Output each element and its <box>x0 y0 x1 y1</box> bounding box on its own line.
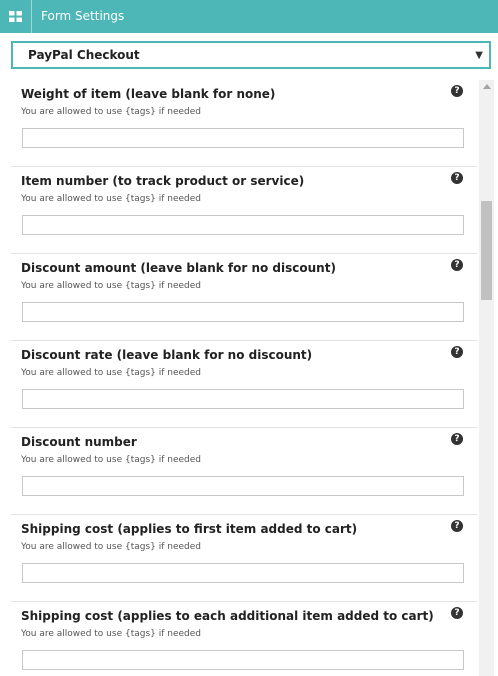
field-label: Discount number <box>21 435 137 449</box>
form-type-select[interactable]: PayPal Checkout ▼ <box>11 41 491 69</box>
help-icon[interactable]: ? <box>451 607 463 619</box>
help-icon[interactable]: ? <box>451 433 463 445</box>
weight-of-item-input[interactable] <box>22 128 464 148</box>
caret-down-icon: ▼ <box>475 50 483 61</box>
field-label: Weight of item (leave blank for none) <box>21 87 276 101</box>
discount-rate-input[interactable] <box>22 389 464 409</box>
field-discount-amount: Discount amount (leave blank for no disc… <box>11 254 477 341</box>
app-header: Form Settings <box>0 0 498 33</box>
grid-menu-button[interactable] <box>0 0 32 33</box>
shipping-cost-additional-input[interactable] <box>22 650 464 670</box>
field-discount-number: Discount number ? You are allowed to use… <box>11 428 477 515</box>
help-icon[interactable]: ? <box>451 172 463 184</box>
field-shipping-cost-first: Shipping cost (applies to first item add… <box>11 515 477 602</box>
help-icon[interactable]: ? <box>451 85 463 97</box>
field-label: Shipping cost (applies to each additiona… <box>21 609 434 623</box>
scrollbar-thumb[interactable] <box>481 201 492 300</box>
field-label: Item number (to track product or service… <box>21 174 305 188</box>
field-weight-of-item: Weight of item (leave blank for none) ? … <box>11 80 477 167</box>
field-hint: You are allowed to use {tags} if needed <box>21 455 201 465</box>
field-hint: You are allowed to use {tags} if needed <box>21 194 201 204</box>
grid-icon <box>9 11 22 22</box>
field-hint: You are allowed to use {tags} if needed <box>21 629 201 639</box>
field-hint: You are allowed to use {tags} if needed <box>21 368 201 378</box>
field-label: Discount rate (leave blank for no discou… <box>21 348 313 362</box>
settings-scroll-area: Weight of item (leave blank for none) ? … <box>0 80 498 676</box>
field-discount-rate: Discount rate (leave blank for no discou… <box>11 341 477 428</box>
discount-number-input[interactable] <box>22 476 464 496</box>
item-number-input[interactable] <box>22 215 464 235</box>
help-icon[interactable]: ? <box>451 259 463 271</box>
field-label: Shipping cost (applies to first item add… <box>21 522 358 536</box>
scroll-up-arrow-icon[interactable] <box>483 84 491 89</box>
vertical-scrollbar[interactable] <box>479 80 494 676</box>
field-hint: You are allowed to use {tags} if needed <box>21 281 201 291</box>
help-icon[interactable]: ? <box>451 520 463 532</box>
form-type-select-value: PayPal Checkout <box>28 48 140 62</box>
header-title: Form Settings <box>41 9 125 23</box>
field-hint: You are allowed to use {tags} if needed <box>21 107 201 117</box>
field-hint: You are allowed to use {tags} if needed <box>21 542 201 552</box>
field-label: Discount amount (leave blank for no disc… <box>21 261 336 275</box>
field-item-number: Item number (to track product or service… <box>11 167 477 254</box>
shipping-cost-first-input[interactable] <box>22 563 464 583</box>
help-icon[interactable]: ? <box>451 346 463 358</box>
discount-amount-input[interactable] <box>22 302 464 322</box>
field-shipping-cost-additional: Shipping cost (applies to each additiona… <box>11 602 477 676</box>
